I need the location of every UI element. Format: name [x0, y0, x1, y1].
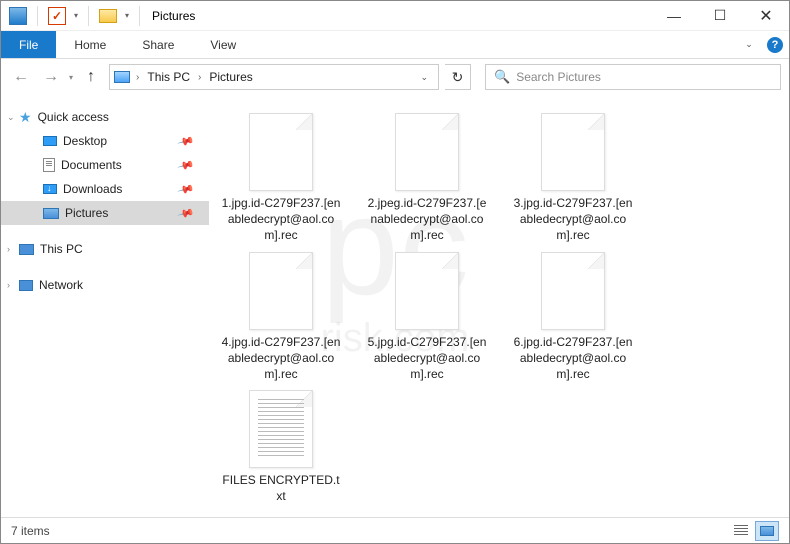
file-item[interactable]: 6.jpg.id-C279F237.[enabledecrypt@aol.com… — [513, 252, 633, 383]
breadcrumb-sep-icon[interactable]: › — [134, 72, 141, 83]
file-tab[interactable]: File — [1, 31, 56, 58]
network-icon — [19, 280, 33, 291]
sidebar-item-label: Downloads — [63, 182, 122, 196]
file-icon — [249, 113, 313, 191]
sidebar-this-pc[interactable]: › This PC — [1, 237, 209, 261]
up-button[interactable]: ↑ — [79, 65, 103, 89]
file-item[interactable]: 1.jpg.id-C279F237.[enabledecrypt@aol.com… — [221, 113, 341, 244]
sidebar-quick-access[interactable]: ⌄ ★ Quick access — [1, 105, 209, 129]
file-list[interactable]: 1.jpg.id-C279F237.[enabledecrypt@aol.com… — [209, 95, 789, 519]
pictures-icon — [43, 208, 59, 219]
icons-view-button[interactable] — [755, 521, 779, 541]
file-label: 5.jpg.id-C279F237.[enabledecrypt@aol.com… — [367, 334, 487, 383]
sidebar-item-label: Network — [39, 278, 83, 292]
item-count: 7 items — [11, 524, 50, 538]
back-button[interactable]: ← — [9, 65, 33, 89]
qat-dropdown-icon[interactable]: ▾ — [74, 11, 78, 20]
file-label: 6.jpg.id-C279F237.[enabledecrypt@aol.com… — [513, 334, 633, 383]
close-button[interactable]: ✕ — [743, 1, 789, 31]
sidebar-item-downloads[interactable]: Downloads 📌 — [1, 177, 209, 201]
file-icon — [395, 252, 459, 330]
file-icon — [395, 113, 459, 191]
file-item[interactable]: 3.jpg.id-C279F237.[enabledecrypt@aol.com… — [513, 113, 633, 244]
ribbon-collapse-icon[interactable]: ⌄ — [737, 31, 761, 58]
pin-icon: 📌 — [177, 204, 195, 222]
breadcrumb-current[interactable]: Pictures — [207, 70, 254, 84]
maximize-button[interactable]: ☐ — [697, 1, 743, 31]
file-label: 4.jpg.id-C279F237.[enabledecrypt@aol.com… — [221, 334, 341, 383]
icons-view-icon — [760, 526, 774, 536]
sidebar-network[interactable]: › Network — [1, 273, 209, 297]
address-dropdown-icon[interactable]: ⌄ — [414, 72, 434, 83]
folder-icon[interactable] — [99, 9, 117, 23]
ribbon: File Home Share View ⌄ ? — [1, 31, 789, 59]
refresh-button[interactable]: ↻ — [445, 64, 471, 90]
file-label: 2.jpeg.id-C279F237.[enabledecrypt@aol.co… — [367, 195, 487, 244]
window-title: Pictures — [152, 9, 195, 23]
sidebar-item-label: Desktop — [63, 134, 107, 148]
navigation-pane: ⌄ ★ Quick access Desktop 📌 Documents 📌 D… — [1, 95, 209, 519]
explorer-icon[interactable] — [9, 7, 27, 25]
status-bar: 7 items — [1, 517, 789, 543]
sidebar-item-label: Quick access — [38, 110, 109, 124]
search-placeholder: Search Pictures — [516, 70, 601, 84]
expand-caret-icon[interactable]: › — [7, 244, 10, 254]
expand-caret-icon[interactable]: ⌄ — [7, 112, 15, 123]
sidebar-item-label: This PC — [40, 242, 83, 256]
navigation-bar: ← → ▾ ↑ › This PC › Pictures ⌄ ↻ 🔍 Searc… — [1, 59, 789, 95]
sidebar-item-pictures[interactable]: Pictures 📌 — [1, 201, 209, 225]
sidebar-item-documents[interactable]: Documents 📌 — [1, 153, 209, 177]
file-item[interactable]: 4.jpg.id-C279F237.[enabledecrypt@aol.com… — [221, 252, 341, 383]
desktop-icon — [43, 136, 57, 146]
file-item[interactable]: 5.jpg.id-C279F237.[enabledecrypt@aol.com… — [367, 252, 487, 383]
tab-share[interactable]: Share — [124, 31, 192, 58]
forward-button[interactable]: → — [39, 65, 63, 89]
sidebar-item-label: Documents — [61, 158, 122, 172]
downloads-icon — [43, 184, 57, 194]
address-bar[interactable]: › This PC › Pictures ⌄ — [109, 64, 439, 90]
tab-view[interactable]: View — [192, 31, 254, 58]
qat-divider — [37, 6, 38, 26]
file-label: 1.jpg.id-C279F237.[enabledecrypt@aol.com… — [221, 195, 341, 244]
tab-home[interactable]: Home — [56, 31, 124, 58]
window-controls: — ☐ ✕ — [651, 1, 789, 31]
sidebar-item-desktop[interactable]: Desktop 📌 — [1, 129, 209, 153]
star-icon: ★ — [19, 109, 32, 126]
qat-divider-3 — [139, 6, 140, 26]
quick-access-toolbar: ✓ ▾ ▾ — [1, 6, 144, 26]
details-view-button[interactable] — [729, 521, 753, 541]
details-view-icon — [734, 525, 748, 537]
location-icon — [114, 71, 130, 83]
breadcrumb-sep-icon[interactable]: › — [196, 72, 203, 83]
file-label: FILES ENCRYPTED.txt — [221, 472, 341, 504]
file-icon — [541, 113, 605, 191]
search-input[interactable]: 🔍 Search Pictures — [485, 64, 781, 90]
help-button[interactable]: ? — [761, 31, 789, 58]
pin-icon: 📌 — [177, 180, 195, 198]
file-icon — [249, 252, 313, 330]
qat-dropdown-icon-2[interactable]: ▾ — [125, 11, 129, 20]
pin-icon: 📌 — [177, 132, 195, 150]
pc-icon — [19, 244, 34, 255]
file-item[interactable]: 2.jpeg.id-C279F237.[enabledecrypt@aol.co… — [367, 113, 487, 244]
file-label: 3.jpg.id-C279F237.[enabledecrypt@aol.com… — [513, 195, 633, 244]
text-file-icon — [249, 390, 313, 468]
qat-divider-2 — [88, 6, 89, 26]
properties-icon[interactable]: ✓ — [48, 7, 66, 25]
search-icon: 🔍 — [494, 69, 510, 85]
file-icon — [541, 252, 605, 330]
help-icon: ? — [767, 37, 783, 53]
history-dropdown-icon[interactable]: ▾ — [69, 73, 73, 82]
expand-caret-icon[interactable]: › — [7, 280, 10, 290]
titlebar: ✓ ▾ ▾ Pictures — ☐ ✕ — [1, 1, 789, 31]
file-item[interactable]: FILES ENCRYPTED.txt — [221, 390, 341, 504]
sidebar-item-label: Pictures — [65, 206, 108, 220]
document-icon — [43, 158, 55, 172]
pin-icon: 📌 — [177, 156, 195, 174]
breadcrumb-root[interactable]: This PC — [145, 70, 192, 84]
minimize-button[interactable]: — — [651, 1, 697, 31]
